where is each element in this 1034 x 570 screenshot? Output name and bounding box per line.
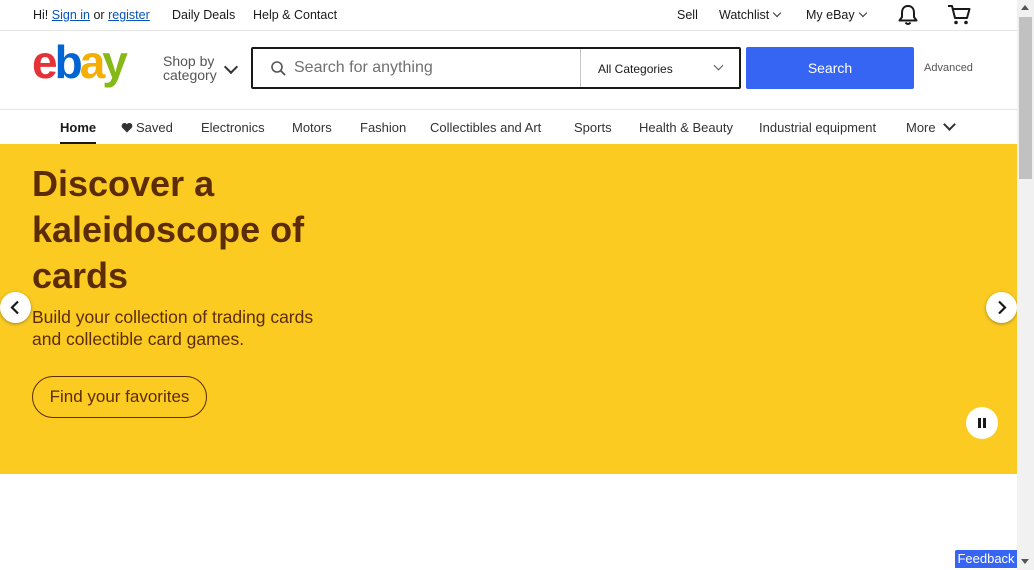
chevron-down-icon (773, 8, 782, 18)
shop-by-category-button[interactable]: Shop by category (163, 54, 217, 82)
search-button[interactable]: Search (746, 47, 914, 89)
nav-item-industrial-equipment[interactable]: Industrial equipment (759, 120, 876, 135)
top-utility-bar: Hi! Sign in or register Daily Deals Help… (0, 0, 1017, 31)
scroll-up-arrow-icon[interactable] (1021, 5, 1029, 10)
heart-icon (121, 122, 133, 133)
my-ebay-menu[interactable]: My eBay (806, 8, 867, 22)
watchlist-menu[interactable]: Watchlist (719, 8, 782, 22)
category-selected-label: All Categories (598, 62, 673, 76)
nav-item-saved[interactable]: Saved (121, 120, 173, 135)
hero-banner: Discover a kaleidoscope of cards Build y… (0, 144, 1017, 474)
chevron-left-icon (10, 300, 19, 315)
search-bar: All Categories (251, 47, 741, 89)
scroll-thumb[interactable] (1019, 17, 1032, 179)
notification-bell-icon[interactable] (895, 4, 921, 26)
svg-text:ebay: ebay (32, 40, 128, 88)
search-input[interactable] (294, 49, 574, 87)
hero-title: Discover a kaleidoscope of cards (32, 163, 305, 296)
carousel-next-button[interactable] (986, 292, 1017, 323)
watchlist-label: Watchlist (719, 8, 770, 22)
help-contact-link[interactable]: Help & Contact (253, 8, 337, 22)
scroll-down-arrow-icon[interactable] (1021, 559, 1029, 564)
nav-item-collectibles-and-art[interactable]: Collectibles and Art (430, 120, 541, 135)
nav-item-motors[interactable]: Motors (292, 120, 332, 135)
sell-link[interactable]: Sell (677, 8, 698, 22)
nav-item-health-beauty[interactable]: Health & Beauty (639, 120, 733, 135)
chevron-down-icon (713, 60, 724, 71)
carousel-prev-button[interactable] (0, 292, 31, 323)
logo-letter-b: b (55, 40, 82, 88)
register-link[interactable]: register (108, 8, 150, 22)
nav-item-more-label: More (906, 120, 936, 135)
nav-item-home[interactable]: Home (60, 120, 96, 135)
shopping-cart-icon[interactable] (946, 4, 972, 26)
nav-item-more[interactable]: More (906, 118, 956, 135)
chevron-down-icon (858, 8, 867, 18)
my-ebay-label: My eBay (806, 8, 855, 22)
greeting: Hi! Sign in or register (33, 8, 150, 22)
find-favorites-button[interactable]: Find your favorites (32, 376, 207, 418)
or-text: or (93, 8, 105, 22)
chevron-right-icon (998, 300, 1007, 315)
shop-by-line1: Shop by (163, 53, 215, 69)
search-icon (271, 61, 286, 76)
chevron-down-icon (942, 118, 956, 131)
logo-letter-y: y (102, 40, 128, 88)
feedback-button[interactable]: Feedback (955, 550, 1017, 568)
shop-by-line2: category (163, 67, 217, 83)
sign-in-link[interactable]: Sign in (52, 8, 90, 22)
daily-deals-link[interactable]: Daily Deals (172, 8, 235, 22)
hero-subtitle: Build your collection of trading cards a… (32, 307, 314, 349)
nav-item-fashion[interactable]: Fashion (360, 120, 406, 135)
carousel-pause-button[interactable] (966, 407, 998, 439)
greeting-text: Hi! (33, 8, 49, 22)
advanced-search-link[interactable]: Advanced (924, 62, 973, 74)
logo-letter-e: e (32, 40, 57, 88)
chevron-down-icon (223, 59, 239, 75)
nav-item-saved-label: Saved (136, 120, 173, 135)
ebay-logo[interactable]: ebay (32, 36, 152, 96)
nav-item-electronics[interactable]: Electronics (201, 120, 265, 135)
category-select[interactable]: All Categories (580, 49, 740, 87)
nav-item-sports[interactable]: Sports (574, 120, 612, 135)
page-scrollbar[interactable] (1017, 0, 1034, 570)
category-nav: Home Saved Electronics Motors Fashion Co… (0, 110, 1017, 144)
